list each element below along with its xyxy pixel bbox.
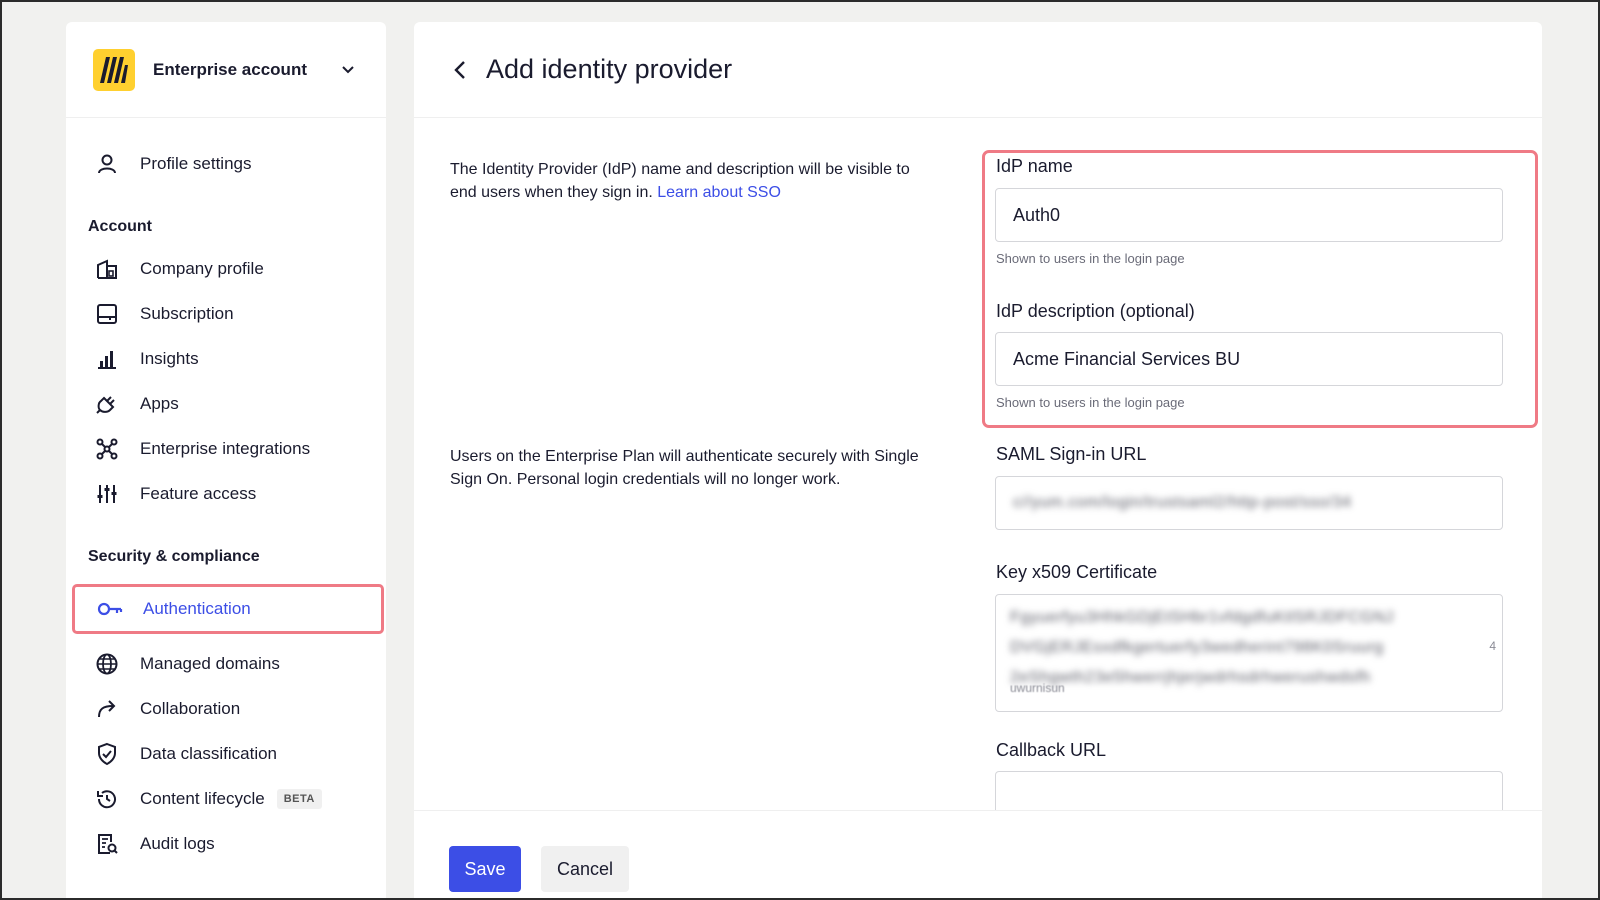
- main-panel: Add identity provider The Identity Provi…: [414, 22, 1542, 900]
- certificate-label: Key x509 Certificate: [996, 562, 1158, 582]
- sidebar-item-audit-logs[interactable]: Audit logs: [90, 822, 362, 866]
- sidebar-item-profile-settings[interactable]: Profile settings: [90, 142, 362, 186]
- sidebar-item-data-classification[interactable]: Data classification: [90, 732, 362, 776]
- sidebar-item-label: Subscription: [140, 304, 234, 323]
- key-icon: [97, 596, 123, 622]
- plug-icon: [94, 391, 120, 417]
- miro-logo-icon: [93, 48, 135, 91]
- sidebar-item-label: Apps: [140, 394, 179, 413]
- sidebar-item-authentication[interactable]: Authentication: [72, 584, 384, 634]
- sidebar-item-label: Feature access: [140, 484, 257, 503]
- saml-url-label: SAML Sign-in URL: [996, 444, 1147, 464]
- share-arrow-icon: [94, 696, 120, 722]
- sidebar-item-subscription[interactable]: Subscription: [90, 292, 362, 336]
- sidebar-item-label: Content lifecycle: [140, 789, 265, 808]
- account-switcher[interactable]: Enterprise account: [66, 22, 386, 118]
- globe-icon: [94, 651, 120, 677]
- sidebar-item-label: Profile settings: [140, 154, 252, 173]
- section-heading-security: Security & compliance: [88, 548, 260, 565]
- idp-name-helper: Shown to users in the login page: [996, 251, 1185, 266]
- history-icon: [94, 786, 120, 812]
- sidebar-item-content-lifecycle[interactable]: Content lifecycle BETA: [90, 777, 362, 821]
- learn-about-sso-link[interactable]: Learn about SSO: [657, 184, 781, 201]
- page-title: Add identity provider: [486, 54, 733, 84]
- account-name: Enterprise account: [153, 59, 307, 79]
- sidebar-item-feature-access[interactable]: Feature access: [90, 472, 362, 516]
- sidebar: Enterprise account Profile settings Acco…: [66, 22, 386, 900]
- sidebar-item-collaboration[interactable]: Collaboration: [90, 687, 362, 731]
- sliders-icon: [94, 481, 120, 507]
- certificate-scroll-indicator: 4: [1489, 639, 1496, 653]
- sidebar-item-managed-domains[interactable]: Managed domains: [90, 642, 362, 686]
- user-icon: [94, 151, 120, 177]
- sso-info-text: Users on the Enterprise Plan will authen…: [450, 448, 919, 488]
- section-heading-account: Account: [88, 218, 152, 235]
- saml-url-value: c//yum.com/login/trustsaml2/http-post/ss…: [1013, 494, 1352, 511]
- sidebar-item-insights[interactable]: Insights: [90, 337, 362, 381]
- certificate-tail: uwurnisun: [1010, 681, 1065, 695]
- back-arrow-icon[interactable]: [448, 58, 472, 82]
- idp-name-input[interactable]: Auth0: [995, 188, 1503, 242]
- sidebar-item-label: Managed domains: [140, 654, 280, 673]
- idp-name-label: IdP name: [996, 156, 1073, 176]
- sidebar-item-label: Authentication: [143, 599, 251, 618]
- certificate-textarea[interactable]: Fgyuerfyu3HhkGDjEtSHbr1vfdgdfuKtlSRJDFCG…: [995, 594, 1503, 712]
- callback-url-label: Callback URL: [996, 740, 1107, 760]
- idp-description-helper: Shown to users in the login page: [996, 395, 1185, 410]
- saml-url-input[interactable]: c//yum.com/login/trustsaml2/http-post/ss…: [995, 476, 1503, 530]
- sidebar-item-label: Collaboration: [140, 699, 241, 718]
- bar-chart-icon: [94, 346, 120, 372]
- certificate-line: DVGjERJEsxdfkgertuerfy3wedherint798K0Sru…: [1010, 639, 1384, 656]
- sidebar-item-enterprise-integrations[interactable]: Enterprise integrations: [90, 427, 362, 471]
- sidebar-item-label: Audit logs: [140, 834, 215, 853]
- building-icon: [94, 256, 120, 282]
- form-footer: Save Cancel: [414, 810, 1542, 900]
- sidebar-item-label: Data classification: [140, 744, 278, 763]
- beta-badge: BETA: [276, 789, 322, 809]
- save-button[interactable]: Save: [449, 846, 521, 892]
- callback-url-input[interactable]: [995, 771, 1503, 811]
- subscription-icon: [94, 301, 120, 327]
- idp-description-text: The Identity Provider (IdP) name and des…: [450, 158, 940, 204]
- shield-check-icon: [94, 741, 120, 767]
- idp-description-label: IdP description (optional): [996, 301, 1195, 321]
- idp-description-input[interactable]: Acme Financial Services BU: [995, 332, 1503, 386]
- sidebar-item-label: Insights: [140, 349, 199, 368]
- chevron-down-icon[interactable]: [341, 62, 357, 78]
- cancel-button[interactable]: Cancel: [541, 846, 629, 892]
- certificate-line: Fgyuerfyu3HhkGDjEtSHbr1vfdgdfuKtlSRJDFCG…: [1010, 609, 1394, 626]
- integrations-icon: [94, 436, 120, 462]
- audit-log-icon: [94, 831, 120, 857]
- sidebar-item-label: Enterprise integrations: [140, 439, 311, 458]
- page-header: Add identity provider: [414, 22, 1542, 118]
- sidebar-item-label: Company profile: [140, 259, 264, 278]
- sidebar-item-company-profile[interactable]: Company profile: [90, 247, 362, 291]
- sidebar-item-apps[interactable]: Apps: [90, 382, 362, 426]
